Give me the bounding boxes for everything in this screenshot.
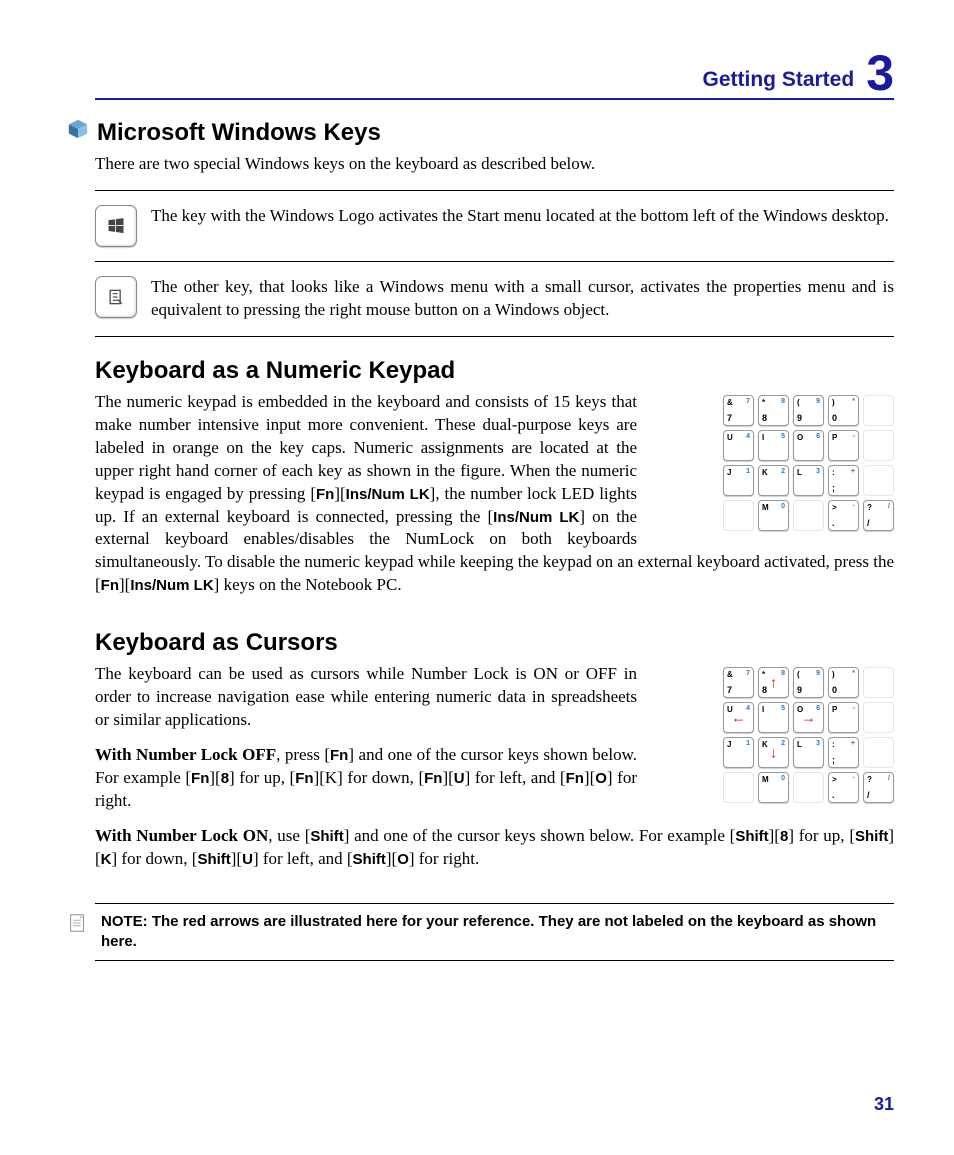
key [723,772,754,803]
menu-key-desc: The other key, that looks like a Windows… [151,276,894,322]
key: L3 [793,737,824,768]
key: I5 [758,430,789,461]
note-block: NOTE: The red arrows are illustrated her… [95,903,894,962]
chapter-title: Getting Started [703,68,855,98]
cube-icon [67,118,89,147]
section1-intro: There are two special Windows keys on th… [95,153,894,176]
key: *88 [758,395,789,426]
section-cursors: Keyboard as Cursors &77*88↑(99)*0 U4←I5O6… [95,629,894,883]
key [793,500,824,531]
key: U4 [723,430,754,461]
key: L3 [793,465,824,496]
windows-logo-key-row: The key with the Windows Logo activates … [95,205,894,247]
chapter-number: 3 [866,48,894,98]
key [793,772,824,803]
key: &77 [723,395,754,426]
windows-logo-key-icon [95,205,137,247]
key [863,465,894,496]
key: (99 [793,395,824,426]
section1-heading: Microsoft Windows Keys [97,119,381,147]
key [863,667,894,698]
menu-key-icon [95,276,137,318]
key: J1 [723,465,754,496]
windows-logo-key-desc: The key with the Windows Logo activates … [151,205,889,247]
key: M0 [758,500,789,531]
key: M0 [758,772,789,803]
keypad-figure: &77*88(99)*0 U4I5O6P- J1K2L3:+; M0 >·.?// [649,395,894,535]
page-number: 31 [874,1094,894,1115]
page-header: Getting Started 3 [95,48,894,100]
key: >·. [828,772,859,803]
key: P- [828,702,859,733]
key: :+; [828,465,859,496]
section3-heading: Keyboard as Cursors [95,629,338,657]
key: &77 [723,667,754,698]
key: O6→ [793,702,824,733]
key: O6 [793,430,824,461]
key: K2↓ [758,737,789,768]
key [863,737,894,768]
note-text: NOTE: The red arrows are illustrated her… [101,912,894,953]
key: ?// [863,772,894,803]
key: )*0 [828,395,859,426]
key: *88↑ [758,667,789,698]
key: (99 [793,667,824,698]
cursor-figure: &77*88↑(99)*0 U4←I5O6→P- J1K2↓L3:+; M0 >·.?/… [649,667,894,807]
key: K2 [758,465,789,496]
key: J1 [723,737,754,768]
section2-heading: Keyboard as a Numeric Keypad [95,357,455,385]
key: )*0 [828,667,859,698]
section3-p3: With Number Lock ON, use [Shift] and one… [95,825,894,871]
note-icon [67,912,89,953]
key [863,702,894,733]
key: P- [828,430,859,461]
key: I5 [758,702,789,733]
key: U4← [723,702,754,733]
key [723,500,754,531]
key [863,430,894,461]
key: :+; [828,737,859,768]
section-numeric-keypad: Keyboard as a Numeric Keypad &77*88(99)*… [95,357,894,609]
key: >·. [828,500,859,531]
section-windows-keys: Microsoft Windows Keys There are two spe… [95,118,894,337]
key [863,395,894,426]
key: ?// [863,500,894,531]
menu-key-row: The other key, that looks like a Windows… [95,276,894,322]
